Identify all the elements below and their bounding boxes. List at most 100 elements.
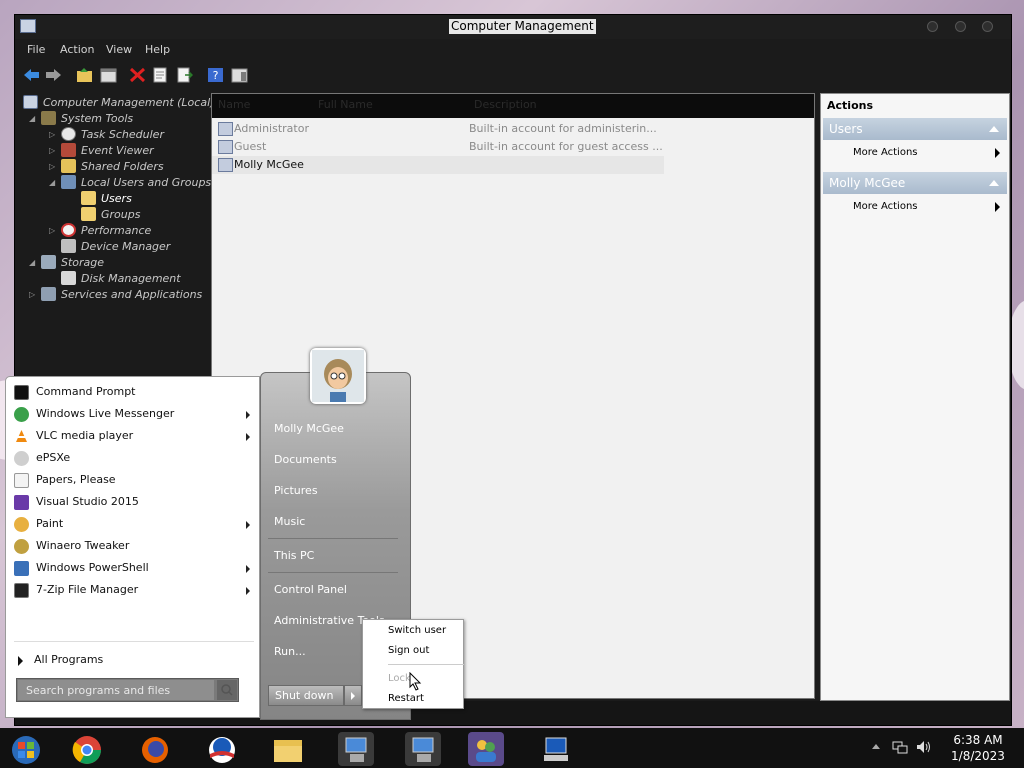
- start-link-run[interactable]: Run...: [274, 645, 306, 658]
- file-explorer-taskbar-button[interactable]: [270, 732, 306, 766]
- more-actions-users[interactable]: More Actions: [853, 147, 918, 158]
- help-icon[interactable]: ?: [207, 67, 224, 83]
- power-options-button[interactable]: [344, 685, 362, 706]
- export-list-icon[interactable]: [176, 67, 193, 83]
- forward-arrow-icon[interactable]: [45, 67, 62, 83]
- remote-desktop-icon: [544, 737, 568, 761]
- start-link-control-panel[interactable]: Control Panel: [274, 583, 347, 596]
- powershell-icon: [14, 561, 29, 576]
- shut-down-button[interactable]: Shut down: [268, 685, 344, 706]
- firefox-taskbar-button[interactable]: [137, 732, 173, 766]
- program-windows-live-messenger[interactable]: Windows Live Messenger: [14, 404, 256, 425]
- expand-arrow-icon[interactable]: ▷: [49, 226, 55, 235]
- menu-item-switch-user[interactable]: Switch user: [388, 625, 446, 636]
- tree-item-shared-folders[interactable]: Shared Folders: [81, 160, 164, 173]
- back-arrow-icon[interactable]: [23, 67, 40, 83]
- obama-taskbar-button[interactable]: [204, 732, 240, 766]
- list-header: Name Full Name Description: [212, 94, 814, 118]
- menu-item-restart[interactable]: Restart: [388, 693, 424, 704]
- show-hide-tree-icon[interactable]: [100, 67, 117, 83]
- table-row[interactable]: Molly McGee: [212, 156, 664, 174]
- actions-section-molly-mcgee[interactable]: Molly McGee: [823, 172, 1007, 194]
- program-windows-powershell[interactable]: Windows PowerShell: [14, 558, 256, 579]
- section-header: Molly McGee: [829, 176, 906, 190]
- start-link-user[interactable]: Molly McGee: [274, 422, 344, 435]
- collapse-arrow-icon[interactable]: ◢: [29, 258, 35, 267]
- start-link-music[interactable]: Music: [274, 515, 305, 528]
- column-header-name[interactable]: Name: [218, 98, 250, 111]
- program-papers-please[interactable]: Papers, Please: [14, 470, 256, 491]
- user-avatar[interactable]: [310, 348, 366, 404]
- computer-management-2-taskbar-button[interactable]: [405, 732, 441, 766]
- computer-management-taskbar-button[interactable]: [338, 732, 374, 766]
- expand-arrow-icon[interactable]: ▷: [49, 146, 55, 155]
- show-hidden-icons-icon[interactable]: [872, 744, 880, 749]
- tree-item-local-users-and-groups[interactable]: Local Users and Groups: [81, 176, 211, 189]
- actions-pane: Actions Users More Actions Molly McGee M…: [820, 93, 1010, 701]
- tree-item-device-manager[interactable]: Device Manager: [81, 240, 170, 253]
- menu-help[interactable]: Help: [145, 43, 170, 56]
- start-link-pictures[interactable]: Pictures: [274, 484, 318, 497]
- expand-arrow-icon[interactable]: ▷: [49, 162, 55, 171]
- computer-management-icon: [412, 737, 434, 762]
- tree-item-groups[interactable]: Groups: [101, 208, 140, 221]
- taskbar: 6:38 AM 1/8/2023: [0, 728, 1024, 768]
- close-button[interactable]: [982, 21, 993, 32]
- users-taskbar-button[interactable]: [468, 732, 504, 766]
- program-winaero-tweaker[interactable]: Winaero Tweaker: [14, 536, 256, 557]
- users-icon: [476, 740, 496, 762]
- program-7zip-file-manager[interactable]: 7-Zip File Manager: [14, 580, 256, 601]
- tree-item-task-scheduler[interactable]: Task Scheduler: [81, 128, 164, 141]
- menu-item-sign-out[interactable]: Sign out: [388, 645, 429, 656]
- properties-icon[interactable]: [152, 67, 169, 83]
- column-header-description[interactable]: Description: [474, 98, 537, 111]
- menu-action[interactable]: Action: [60, 43, 94, 56]
- network-icon[interactable]: [892, 740, 908, 754]
- expand-arrow-icon[interactable]: ▷: [49, 130, 55, 139]
- search-input[interactable]: [18, 680, 214, 700]
- start-link-documents[interactable]: Documents: [274, 453, 337, 466]
- program-epsxe[interactable]: ePSXe: [14, 448, 256, 469]
- storage-icon: [41, 255, 56, 269]
- program-command-prompt[interactable]: Command Prompt: [14, 382, 256, 403]
- system-clock[interactable]: 6:38 AM 1/8/2023: [940, 732, 1016, 764]
- program-vlc-media-player[interactable]: VLC media player: [14, 426, 256, 447]
- table-row[interactable]: Administrator Built-in account for admin…: [212, 120, 664, 138]
- tree-item-event-viewer[interactable]: Event Viewer: [81, 144, 154, 157]
- maximize-button[interactable]: [955, 21, 966, 32]
- console-tree: Computer Management (Local) ◢ System Too…: [19, 93, 214, 373]
- start-button[interactable]: [8, 732, 44, 766]
- collapse-arrow-icon[interactable]: ◢: [49, 178, 55, 187]
- table-row[interactable]: Guest Built-in account for guest access …: [212, 138, 664, 156]
- title-bar[interactable]: Computer Management: [15, 15, 1011, 39]
- tree-item-computer-management[interactable]: Computer Management (Local): [43, 96, 214, 109]
- program-label: Command Prompt: [36, 385, 136, 398]
- tree-item-performance[interactable]: Performance: [81, 224, 151, 237]
- menu-file[interactable]: File: [27, 43, 45, 56]
- menu-view[interactable]: View: [106, 43, 132, 56]
- search-button[interactable]: [217, 680, 237, 700]
- program-paint[interactable]: Paint: [14, 514, 256, 535]
- up-folder-icon[interactable]: [76, 67, 93, 83]
- tree-item-system-tools[interactable]: System Tools: [61, 112, 133, 125]
- submenu-arrow-icon: [246, 411, 250, 419]
- chrome-taskbar-button[interactable]: [69, 732, 105, 766]
- minimize-button[interactable]: [927, 21, 938, 32]
- collapse-arrow-icon[interactable]: ◢: [29, 114, 35, 123]
- start-link-this-pc[interactable]: This PC: [274, 549, 314, 562]
- tree-item-storage[interactable]: Storage: [61, 256, 104, 269]
- program-visual-studio-2015[interactable]: Visual Studio 2015: [14, 492, 256, 513]
- tree-item-disk-management[interactable]: Disk Management: [81, 272, 181, 285]
- show-hide-action-pane-icon[interactable]: [231, 67, 248, 83]
- expand-arrow-icon[interactable]: ▷: [29, 290, 35, 299]
- column-header-full-name[interactable]: Full Name: [318, 98, 373, 111]
- volume-icon[interactable]: [916, 740, 932, 754]
- more-actions-molly-mcgee[interactable]: More Actions: [853, 201, 918, 212]
- remote-desktop-taskbar-button[interactable]: [538, 732, 574, 766]
- delete-icon[interactable]: [129, 67, 146, 83]
- actions-title: Actions: [827, 99, 873, 112]
- tree-item-users[interactable]: Users: [101, 192, 132, 205]
- tree-item-services-and-applications[interactable]: Services and Applications: [61, 288, 202, 301]
- menu-item-lock[interactable]: Lock: [388, 673, 411, 684]
- actions-section-users[interactable]: Users: [823, 118, 1007, 140]
